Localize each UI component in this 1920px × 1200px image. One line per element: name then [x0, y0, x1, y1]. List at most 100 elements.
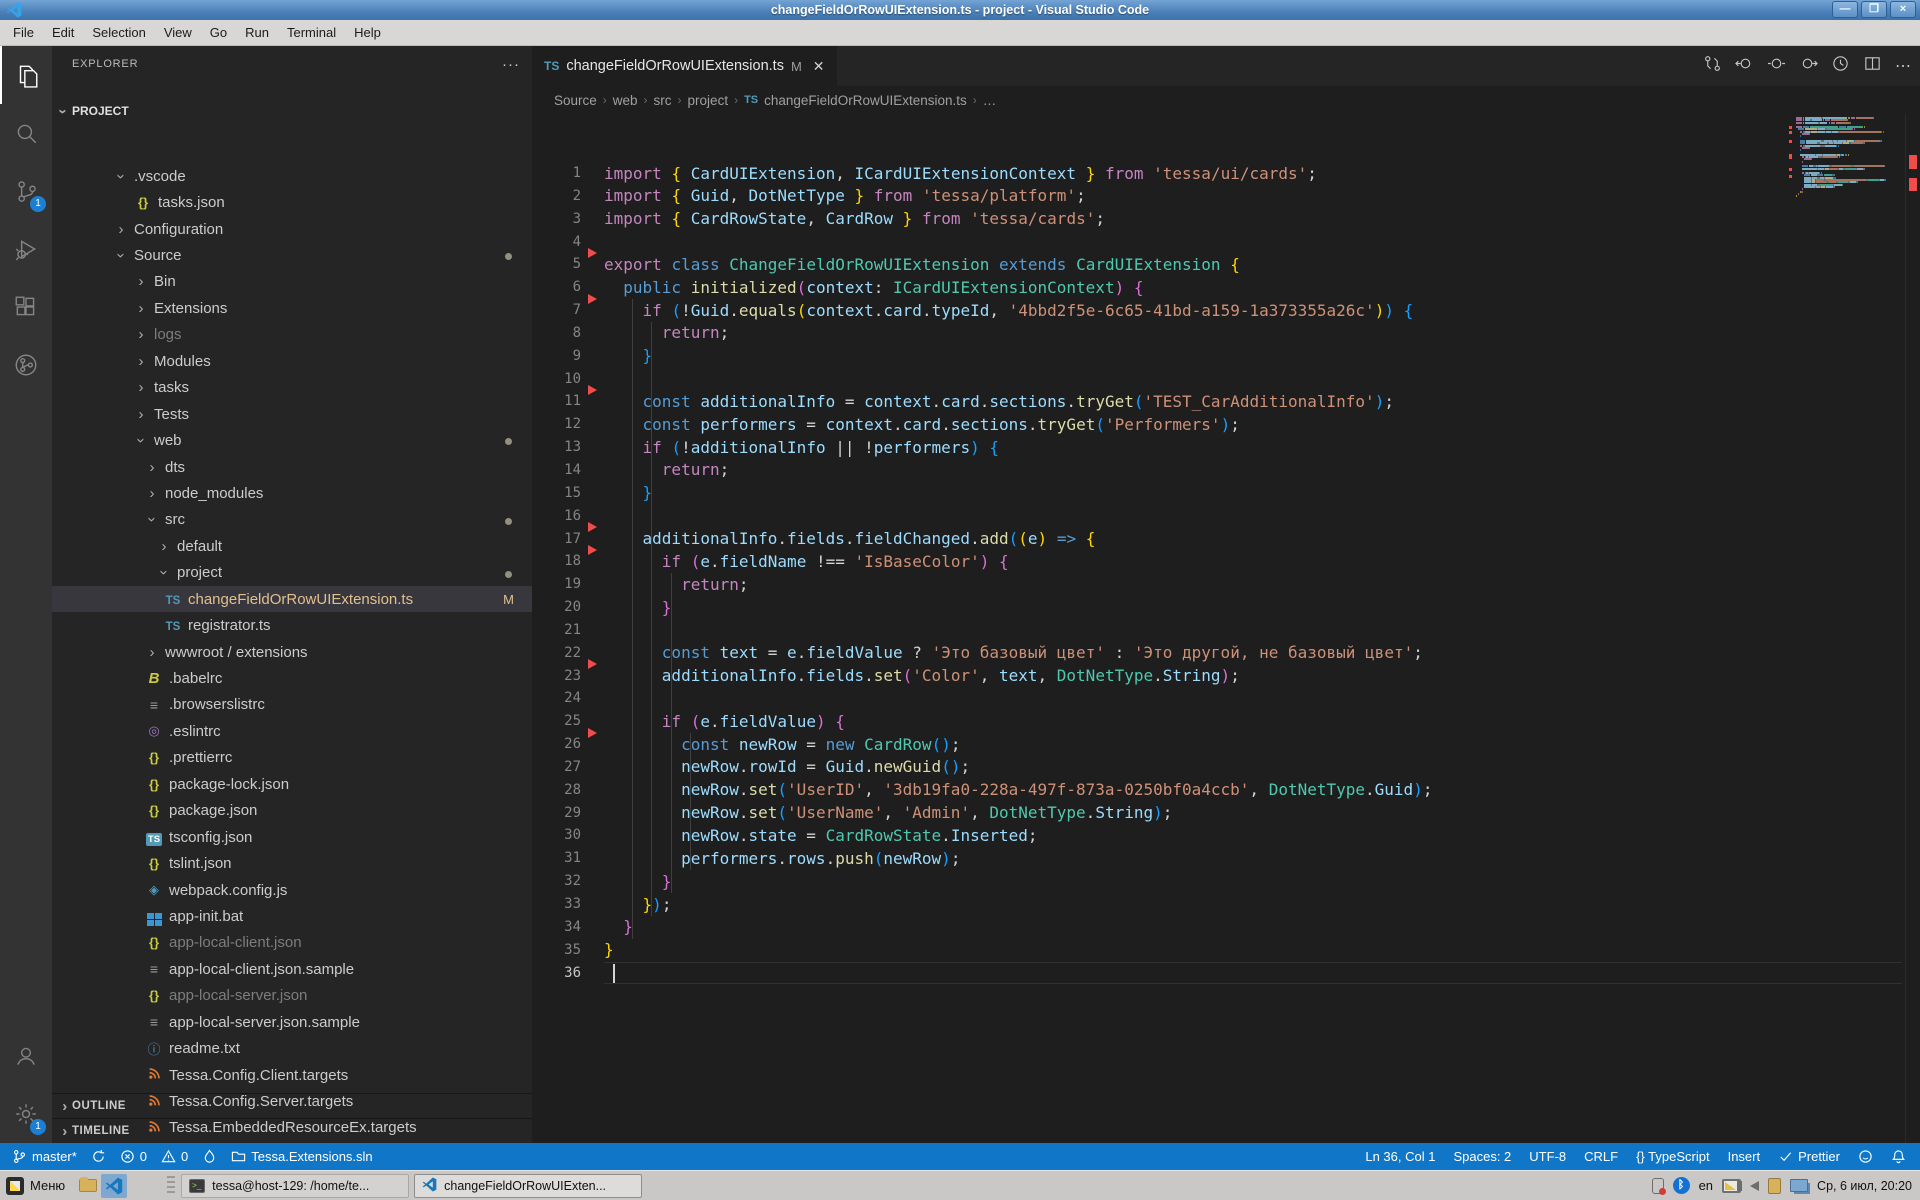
tree-folder-Bin[interactable]: ›Bin	[52, 269, 532, 295]
open-changes-button[interactable]	[1703, 54, 1722, 78]
menu-item-terminal[interactable]: Terminal	[278, 20, 345, 45]
tree-file-.babelrc[interactable]: B.babelrc	[52, 665, 532, 691]
status-master[interactable]: master*	[12, 1149, 77, 1164]
tree-file-app-local-server.json[interactable]: {}app-local-server.json	[52, 983, 532, 1009]
nav-forward-button[interactable]	[1799, 54, 1818, 78]
status-ln-36-col-1[interactable]: Ln 36, Col 1	[1365, 1149, 1435, 1164]
tree-file-app-local-server.json.sample[interactable]: ≡app-local-server.json.sample	[52, 1009, 532, 1035]
activitybar-source-control[interactable]: 1	[0, 162, 52, 220]
breadcrumb-more[interactable]: …	[983, 93, 997, 108]
status-flame-icon[interactable]	[202, 1149, 217, 1164]
code-editor[interactable]: 1import { CardUIExtension, ICardUIExtens…	[532, 114, 1920, 1143]
tree-file-tasks.json[interactable]: {}tasks.json	[52, 189, 532, 215]
activitybar-remote-explorer[interactable]	[0, 336, 52, 394]
file-manager-launcher[interactable]	[75, 1174, 101, 1198]
tree-folder-logs[interactable]: ›logs	[52, 322, 532, 348]
menu-item-run[interactable]: Run	[236, 20, 278, 45]
tree-file-registrator.ts[interactable]: TSregistrator.ts	[52, 612, 532, 638]
tree-folder-project[interactable]: ›project	[52, 560, 532, 586]
activitybar-extensions[interactable]	[0, 278, 52, 336]
breadcrumb-source[interactable]: Source	[554, 93, 597, 108]
breadcrumb-project[interactable]: project	[688, 93, 729, 108]
bluetooth-icon[interactable]: ᛒ	[1673, 1177, 1690, 1194]
os-menu-button[interactable]: Меню	[0, 1171, 75, 1200]
outline-section[interactable]: › OUTLINE	[52, 1093, 532, 1118]
tree-folder-Extensions[interactable]: ›Extensions	[52, 295, 532, 321]
tree-folder-nodemodules[interactable]: ›node_modules	[52, 480, 532, 506]
tree-file-changeFieldOrRowUIExtension.ts[interactable]: TSchangeFieldOrRowUIExtension.tsM	[52, 586, 532, 612]
status-sync-icon[interactable]	[91, 1149, 106, 1164]
tree-file-tsconfig.json[interactable]: TStsconfig.json	[52, 824, 532, 850]
status-crlf[interactable]: CRLF	[1584, 1149, 1618, 1164]
nav-back-button[interactable]	[1735, 54, 1754, 78]
tree-file-tslint.json[interactable]: {}tslint.json	[52, 850, 532, 876]
close-tab-icon[interactable]: ✕	[813, 58, 825, 75]
tree-file-.browserslistrc[interactable]: ≡.browserslistrc	[52, 692, 532, 718]
activitybar-run-debug[interactable]	[0, 220, 52, 278]
close-button[interactable]: ×	[1890, 1, 1916, 18]
tree-file-package-lock.json[interactable]: {}package-lock.json	[52, 771, 532, 797]
status-insert[interactable]: Insert	[1728, 1149, 1761, 1164]
breadcrumb-web[interactable]: web	[613, 93, 638, 108]
tree-folder-Configuration[interactable]: ›Configuration	[52, 216, 532, 242]
activitybar-search[interactable]	[0, 104, 52, 162]
tree-folder-default[interactable]: ›default	[52, 533, 532, 559]
tree-folder-Source[interactable]: ›Source	[52, 242, 532, 268]
timer-button[interactable]	[1831, 54, 1850, 78]
tree-folder-Tests[interactable]: ›Tests	[52, 401, 532, 427]
vscode-launcher[interactable]	[101, 1174, 127, 1198]
tree-file-package.json[interactable]: {}package.json	[52, 798, 532, 824]
activitybar-explorer[interactable]	[0, 46, 52, 104]
menu-item-view[interactable]: View	[155, 20, 201, 45]
menu-item-file[interactable]: File	[4, 20, 43, 45]
tree-file-readme.txt[interactable]: ⓘreadme.txt	[52, 1035, 532, 1061]
screen-lock-icon[interactable]	[1652, 1178, 1664, 1194]
status-spaces-2[interactable]: Spaces: 2	[1453, 1149, 1511, 1164]
project-section-header[interactable]: › PROJECT	[52, 98, 532, 124]
status-bell-icon[interactable]	[1891, 1149, 1906, 1164]
status-0[interactable]: 0	[161, 1149, 188, 1164]
menu-item-help[interactable]: Help	[345, 20, 390, 45]
taskbar-window-vscode[interactable]: changeFieldOrRowUIExten...	[414, 1174, 642, 1198]
explorer-more-actions[interactable]: ···	[502, 56, 520, 73]
timeline-section[interactable]: › TIMELINE	[52, 1118, 532, 1143]
status-0[interactable]: 0	[120, 1149, 147, 1164]
menu-item-edit[interactable]: Edit	[43, 20, 83, 45]
tree-file-webpack.config.js[interactable]: ◈webpack.config.js	[52, 877, 532, 903]
clock[interactable]: Ср, 6 июл, 20:20	[1817, 1179, 1912, 1193]
minimap[interactable]	[1796, 117, 1904, 200]
minimize-button[interactable]: —	[1832, 1, 1858, 18]
nav-dot-button[interactable]	[1767, 54, 1786, 78]
tree-file-app-local-client.json[interactable]: {}app-local-client.json	[52, 930, 532, 956]
tab-changeFieldOrRowUIExtension[interactable]: TS changeFieldOrRowUIExtension.ts M ✕	[532, 46, 837, 86]
tree-folder-dts[interactable]: ›dts	[52, 454, 532, 480]
network-icon[interactable]	[1790, 1179, 1808, 1192]
activitybar-settings-gear[interactable]: 1	[0, 1085, 52, 1143]
breadcrumb-file[interactable]: changeFieldOrRowUIExtension.ts	[764, 93, 967, 108]
tree-folder-src[interactable]: ›src	[52, 507, 532, 533]
tree-file-.eslintrc[interactable]: ◎.eslintrc	[52, 718, 532, 744]
window-titlebar[interactable]: changeFieldOrRowUIExtension.ts - project…	[0, 0, 1920, 20]
tree-folder-web[interactable]: ›web	[52, 427, 532, 453]
taskbar-window-terminal[interactable]: >_tessa@host-129: /home/te...	[181, 1174, 409, 1198]
tree-file-app-init.bat[interactable]: app-init.bat	[52, 903, 532, 929]
tree-folder-.vscode[interactable]: ›.vscode	[52, 163, 532, 189]
tree-file-Tessa.Config.Client.targets[interactable]: Tessa.Config.Client.targets	[52, 1062, 532, 1088]
clipboard-icon[interactable]	[1768, 1178, 1781, 1194]
status-typescript[interactable]: {} TypeScript	[1636, 1149, 1709, 1164]
activitybar-account[interactable]	[0, 1027, 52, 1085]
tree-folder-wwwrootextensions[interactable]: ›wwwroot / extensions	[52, 639, 532, 665]
tree-folder-tasks[interactable]: ›tasks	[52, 375, 532, 401]
status-prettier[interactable]: Prettier	[1778, 1149, 1840, 1164]
breadcrumb-src[interactable]: src	[654, 93, 672, 108]
menu-item-selection[interactable]: Selection	[83, 20, 154, 45]
breadcrumb[interactable]: Source›web›src›project›TSchangeFieldOrRo…	[532, 86, 1920, 114]
tree-file-.prettierrc[interactable]: {}.prettierrc	[52, 745, 532, 771]
more-actions[interactable]: ⋯	[1895, 56, 1912, 76]
volume-icon[interactable]	[1750, 1181, 1759, 1191]
tree-folder-Modules[interactable]: ›Modules	[52, 348, 532, 374]
maximize-button[interactable]: ❐	[1861, 1, 1887, 18]
keyboard-layout[interactable]: en	[1699, 1178, 1713, 1193]
status-tessa-extensions-sln[interactable]: Tessa.Extensions.sln	[231, 1149, 372, 1164]
tree-file-app-local-client.json.sample[interactable]: ≡app-local-client.json.sample	[52, 956, 532, 982]
